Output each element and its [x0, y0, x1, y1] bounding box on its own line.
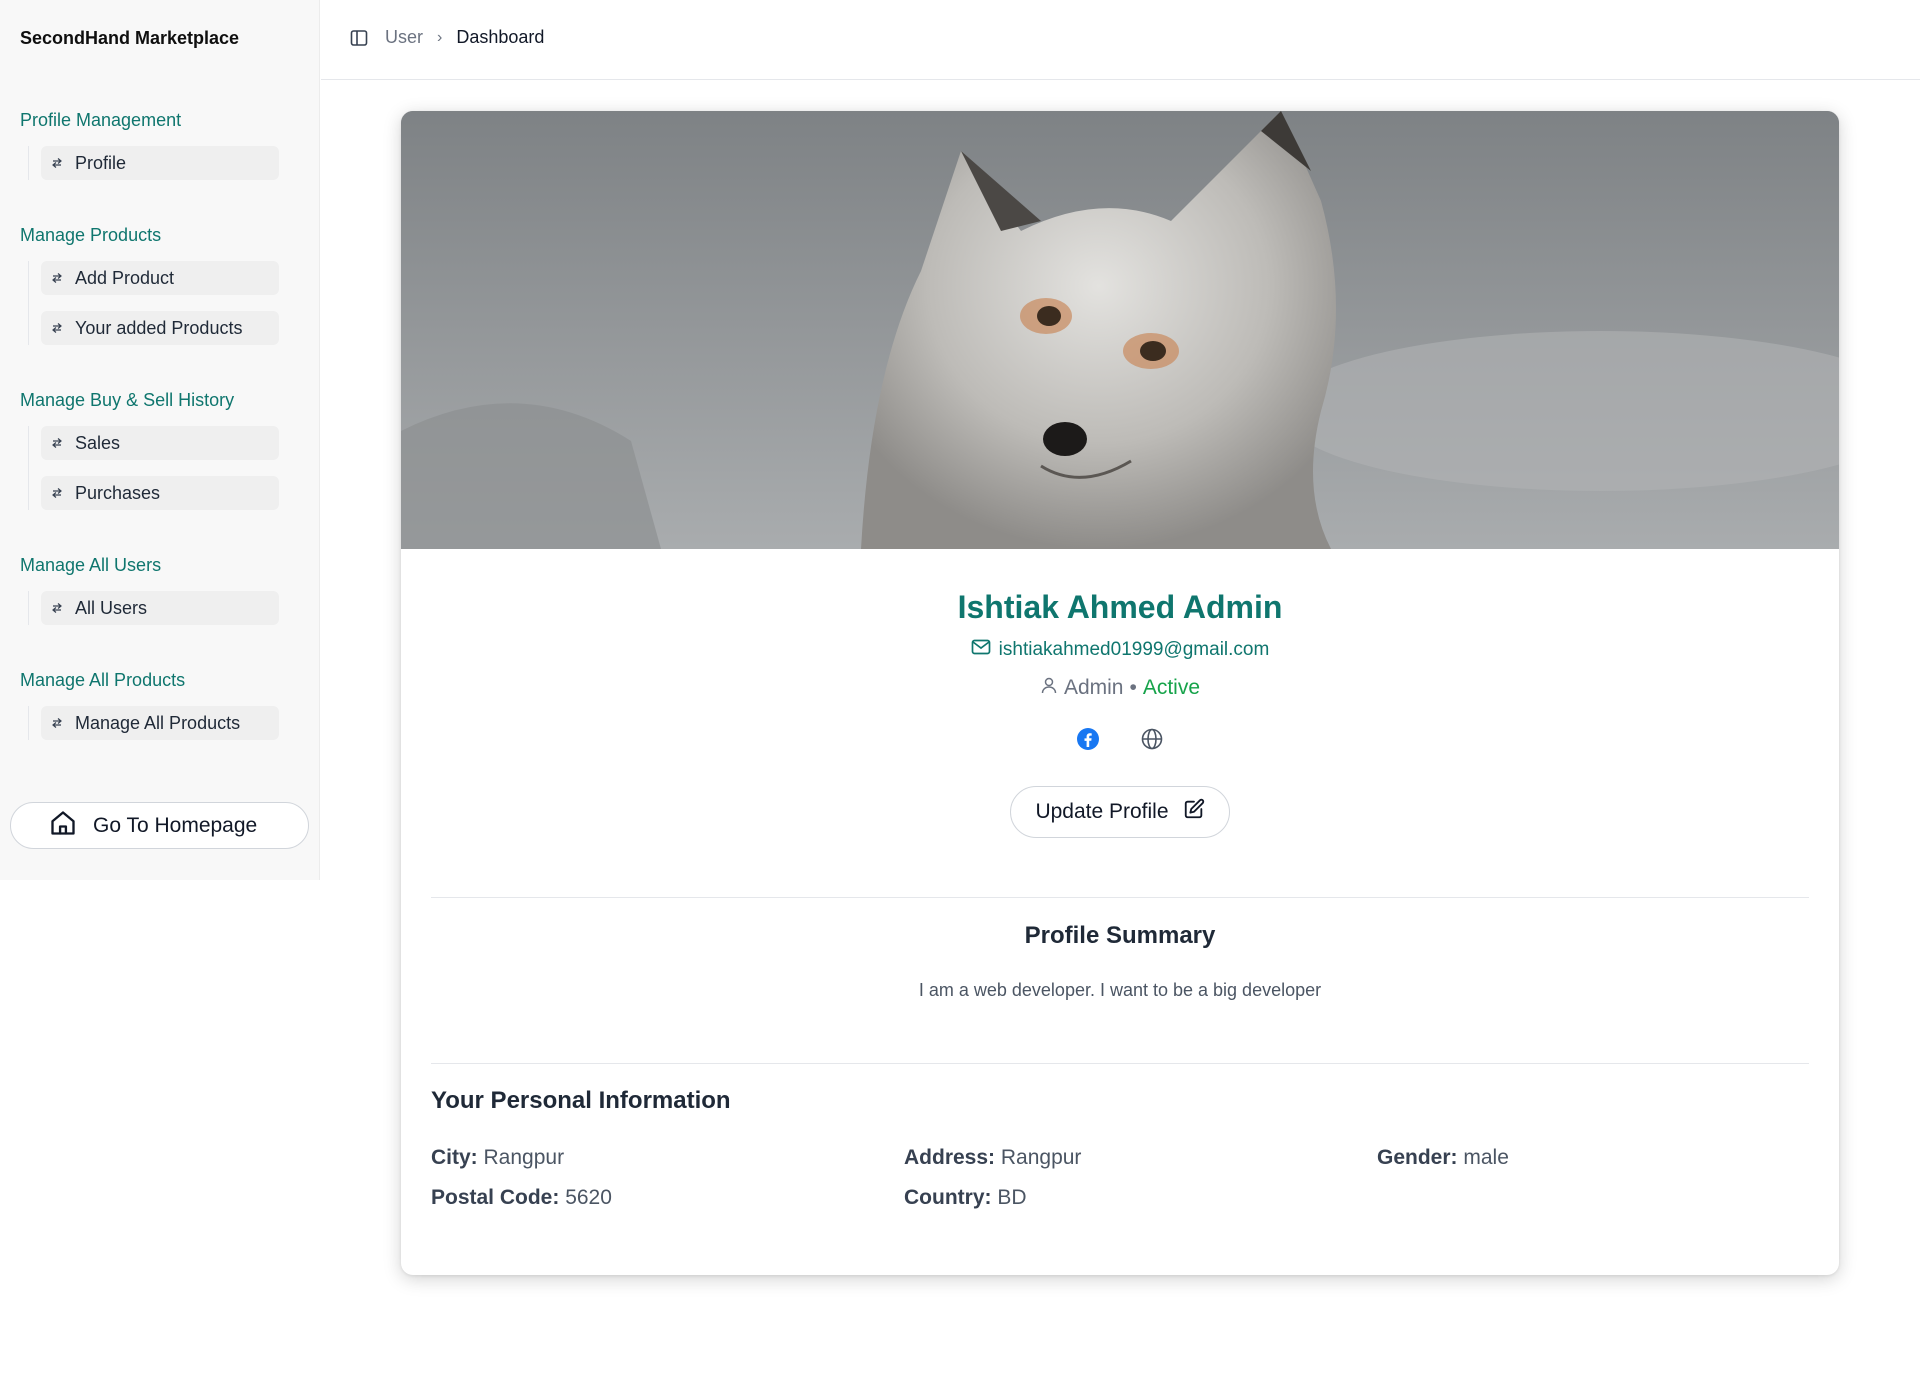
update-profile-label: Update Profile [1035, 800, 1169, 823]
arrows-icon [51, 272, 63, 284]
profile-email: ishtiakahmed01999@gmail.com [998, 639, 1270, 660]
nav-section-manage-all-users: Manage All Users All Users [20, 553, 290, 641]
info-value: Rangpur [483, 1146, 565, 1169]
nav-group: All Users [28, 591, 290, 625]
breadcrumb-item-dashboard: Dashboard [456, 27, 545, 47]
go-to-homepage-button[interactable]: Go To Homepage [10, 802, 309, 849]
sidebar-item-sales[interactable]: Sales [41, 426, 279, 460]
go-to-homepage-label: Go To Homepage [93, 813, 258, 837]
info-value: Rangpur [1000, 1146, 1082, 1169]
sidebar-item-label: Profile [75, 152, 127, 173]
info-label: Country: [904, 1186, 992, 1209]
nav-heading: Manage Products [20, 225, 162, 245]
brand-title: SecondHand Marketplace [20, 28, 240, 48]
info-label: Postal Code: [431, 1186, 560, 1209]
arrows-icon [51, 602, 63, 614]
divider [431, 897, 1809, 898]
panel-left-icon[interactable] [349, 28, 369, 48]
status-badge: Active [1142, 676, 1201, 699]
arrows-icon [51, 322, 63, 334]
nav-section-manage-products: Manage Products Add Product Your added P… [20, 223, 290, 361]
home-icon [49, 809, 77, 842]
info-value: male [1463, 1146, 1509, 1169]
arrows-icon [51, 437, 63, 449]
sidebar-item-your-added-products[interactable]: Your added Products [41, 311, 279, 345]
sidebar-item-label: Your added Products [75, 317, 243, 338]
info-postal-code: Postal Code: 5620 [431, 1186, 612, 1210]
chevron-right-icon: › [437, 28, 443, 46]
sidebar-item-profile[interactable]: Profile [41, 146, 279, 180]
sidebar-item-manage-all-products[interactable]: Manage All Products [41, 706, 279, 740]
breadcrumb-item-user[interactable]: User [385, 27, 423, 48]
nav-group: Sales Purchases [28, 426, 290, 510]
info-address: Address: Rangpur [904, 1146, 1081, 1170]
arrows-icon [51, 717, 63, 729]
sidebar-item-add-product[interactable]: Add Product [41, 261, 279, 295]
sidebar-item-purchases[interactable]: Purchases [41, 476, 279, 510]
nav-heading: Manage Buy & Sell History [20, 390, 235, 410]
profile-summary-title: Profile Summary [1024, 922, 1216, 949]
profile-name: Ishtiak Ahmed Admin [957, 589, 1283, 625]
divider [431, 1063, 1809, 1064]
globe-icon[interactable] [1140, 727, 1164, 751]
nav-heading: Profile Management [20, 110, 182, 130]
email-row: ishtiakahmed01999@gmail.com [401, 639, 1839, 661]
nav-group: Manage All Products [28, 706, 290, 740]
arrows-icon [51, 487, 63, 499]
edit-icon [1169, 798, 1205, 826]
nav-group: Profile [28, 146, 290, 180]
info-label: Address: [904, 1146, 996, 1169]
top-bar: User › Dashboard [321, 0, 1920, 80]
nav-section-buy-sell-history: Manage Buy & Sell History Sales Purchase… [20, 388, 290, 526]
info-city: City: Rangpur [431, 1146, 564, 1170]
update-profile-button[interactable]: Update Profile [1010, 786, 1230, 838]
nav-heading: Manage All Products [20, 670, 186, 690]
breadcrumb: User › Dashboard [349, 27, 544, 48]
role-row: Admin • Active [401, 676, 1839, 700]
arrows-icon [51, 157, 63, 169]
sidebar-item-label: Sales [75, 432, 121, 453]
profile-summary-text: I am a web developer. I want to be a big… [918, 980, 1322, 1000]
facebook-icon[interactable] [1076, 727, 1100, 751]
nav-section-manage-all-products: Manage All Products Manage All Products [20, 668, 290, 756]
sidebar-item-all-users[interactable]: All Users [41, 591, 279, 625]
profile-card: Ishtiak Ahmed Admin ishtiakahmed01999@gm… [401, 111, 1839, 1275]
info-country: Country: BD [904, 1186, 1027, 1210]
info-gender: Gender: male [1377, 1146, 1509, 1170]
info-value: BD [997, 1186, 1027, 1209]
user-icon [1040, 676, 1058, 700]
info-value: 5620 [565, 1186, 612, 1209]
separator-dot: • [1129, 676, 1137, 699]
sidebar-item-label: Add Product [75, 267, 175, 288]
nav-group: Add Product Your added Products [28, 261, 290, 345]
sidebar-item-label: Purchases [75, 482, 161, 503]
info-label: City: [431, 1146, 478, 1169]
info-label: Gender: [1377, 1146, 1458, 1169]
nav-heading: Manage All Users [20, 555, 162, 575]
profile-role: Admin [1063, 676, 1124, 699]
sidebar: SecondHand Marketplace Profile Managemen… [0, 0, 320, 880]
personal-info-title: Your Personal Information [431, 1087, 731, 1114]
cover-image [401, 111, 1839, 549]
mail-icon [971, 639, 999, 661]
social-links [401, 727, 1839, 751]
nav-section-profile-management: Profile Management Profile [20, 108, 290, 196]
sidebar-item-label: Manage All Products [75, 712, 241, 733]
sidebar-item-label: All Users [75, 597, 148, 618]
